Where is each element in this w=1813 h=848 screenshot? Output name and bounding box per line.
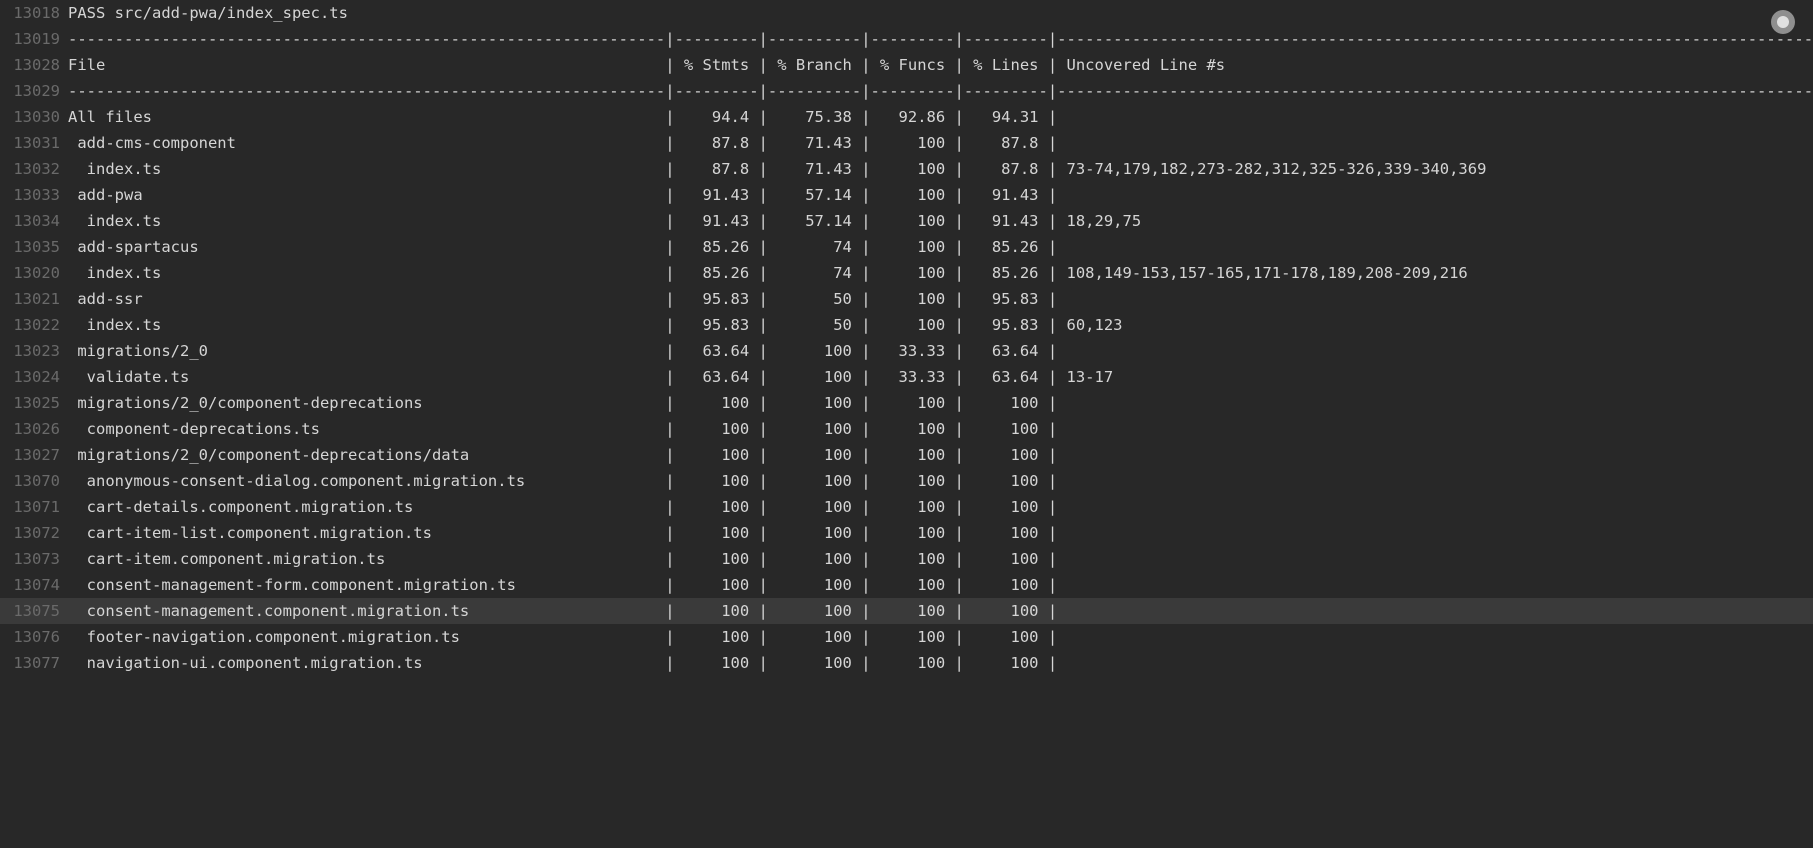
line-number: 13026 — [0, 416, 68, 442]
line-number: 13034 — [0, 208, 68, 234]
line-number: 13022 — [0, 312, 68, 338]
line-number: 13027 — [0, 442, 68, 468]
log-line: 13024 validate.ts | 63.64 | 100 | 33.33 … — [0, 364, 1813, 390]
log-text: consent-management-form.component.migrat… — [68, 572, 1813, 598]
log-text: ----------------------------------------… — [68, 78, 1813, 104]
log-text: All files | 94.4 | 75.38 | 92.86 | 94.31… — [68, 104, 1813, 130]
log-line: 13034 index.ts | 91.43 | 57.14 | 100 | 9… — [0, 208, 1813, 234]
line-number: 13071 — [0, 494, 68, 520]
log-text: cart-item-list.component.migration.ts | … — [68, 520, 1813, 546]
log-text: add-ssr | 95.83 | 50 | 100 | 95.83 | — [68, 286, 1813, 312]
line-number: 13028 — [0, 52, 68, 78]
line-number: 13019 — [0, 26, 68, 52]
log-text: add-spartacus | 85.26 | 74 | 100 | 85.26… — [68, 234, 1813, 260]
line-number: 13075 — [0, 598, 68, 624]
log-text: index.ts | 87.8 | 71.43 | 100 | 87.8 | 7… — [68, 156, 1813, 182]
line-number: 13070 — [0, 468, 68, 494]
log-line: 13027 migrations/2_0/component-deprecati… — [0, 442, 1813, 468]
line-number: 13077 — [0, 650, 68, 676]
line-number: 13074 — [0, 572, 68, 598]
log-text: migrations/2_0/component-deprecations | … — [68, 390, 1813, 416]
log-line: 13026 component-deprecations.ts | 100 | … — [0, 416, 1813, 442]
log-text: consent-management.component.migration.t… — [68, 598, 1813, 624]
line-number: 13023 — [0, 338, 68, 364]
log-text: index.ts | 85.26 | 74 | 100 | 85.26 | 10… — [68, 260, 1813, 286]
log-line: 13021 add-ssr | 95.83 | 50 | 100 | 95.83… — [0, 286, 1813, 312]
line-number: 13030 — [0, 104, 68, 130]
log-text: footer-navigation.component.migration.ts… — [68, 624, 1813, 650]
log-text: navigation-ui.component.migration.ts | 1… — [68, 650, 1813, 676]
log-line: 13023 migrations/2_0 | 63.64 | 100 | 33.… — [0, 338, 1813, 364]
scroll-follow-indicator[interactable] — [1771, 10, 1795, 34]
log-text: add-pwa | 91.43 | 57.14 | 100 | 91.43 | — [68, 182, 1813, 208]
line-number: 13024 — [0, 364, 68, 390]
log-line: 13025 migrations/2_0/component-deprecati… — [0, 390, 1813, 416]
log-text: File | % Stmts | % Branch | % Funcs | % … — [68, 52, 1813, 78]
line-number: 13020 — [0, 260, 68, 286]
line-number: 13018 — [0, 0, 68, 26]
log-line: 13033 add-pwa | 91.43 | 57.14 | 100 | 91… — [0, 182, 1813, 208]
log-text: cart-item.component.migration.ts | 100 |… — [68, 546, 1813, 572]
log-output: 13018PASS src/add-pwa/index_spec.ts13019… — [0, 0, 1813, 676]
log-line: 13031 add-cms-component | 87.8 | 71.43 |… — [0, 130, 1813, 156]
log-line: 13077 navigation-ui.component.migration.… — [0, 650, 1813, 676]
log-line: 13020 index.ts | 85.26 | 74 | 100 | 85.2… — [0, 260, 1813, 286]
log-text: component-deprecations.ts | 100 | 100 | … — [68, 416, 1813, 442]
line-number: 13032 — [0, 156, 68, 182]
log-line: 13075 consent-management.component.migra… — [0, 598, 1813, 624]
log-text: migrations/2_0 | 63.64 | 100 | 33.33 | 6… — [68, 338, 1813, 364]
line-number: 13021 — [0, 286, 68, 312]
log-text: ----------------------------------------… — [68, 26, 1813, 52]
log-text: add-cms-component | 87.8 | 71.43 | 100 |… — [68, 130, 1813, 156]
log-text: anonymous-consent-dialog.component.migra… — [68, 468, 1813, 494]
log-line: 13032 index.ts | 87.8 | 71.43 | 100 | 87… — [0, 156, 1813, 182]
log-line: 13073 cart-item.component.migration.ts |… — [0, 546, 1813, 572]
log-line: 13028File | % Stmts | % Branch | % Funcs… — [0, 52, 1813, 78]
log-text: index.ts | 91.43 | 57.14 | 100 | 91.43 |… — [68, 208, 1813, 234]
log-line: 13072 cart-item-list.component.migration… — [0, 520, 1813, 546]
log-line: 13030All files | 94.4 | 75.38 | 92.86 | … — [0, 104, 1813, 130]
log-line: 13076 footer-navigation.component.migrat… — [0, 624, 1813, 650]
line-number: 13035 — [0, 234, 68, 260]
line-number: 13029 — [0, 78, 68, 104]
log-line: 13029-----------------------------------… — [0, 78, 1813, 104]
log-line: 13022 index.ts | 95.83 | 50 | 100 | 95.8… — [0, 312, 1813, 338]
log-text: PASS src/add-pwa/index_spec.ts — [68, 0, 1813, 26]
line-number: 13033 — [0, 182, 68, 208]
log-text: index.ts | 95.83 | 50 | 100 | 95.83 | 60… — [68, 312, 1813, 338]
log-text: migrations/2_0/component-deprecations/da… — [68, 442, 1813, 468]
log-text: validate.ts | 63.64 | 100 | 33.33 | 63.6… — [68, 364, 1813, 390]
line-number: 13076 — [0, 624, 68, 650]
dot-icon — [1777, 16, 1789, 28]
line-number: 13073 — [0, 546, 68, 572]
line-number: 13072 — [0, 520, 68, 546]
line-number: 13031 — [0, 130, 68, 156]
log-line: 13035 add-spartacus | 85.26 | 74 | 100 |… — [0, 234, 1813, 260]
log-line: 13018PASS src/add-pwa/index_spec.ts — [0, 0, 1813, 26]
log-line: 13019-----------------------------------… — [0, 26, 1813, 52]
log-text: cart-details.component.migration.ts | 10… — [68, 494, 1813, 520]
log-line: 13074 consent-management-form.component.… — [0, 572, 1813, 598]
log-line: 13070 anonymous-consent-dialog.component… — [0, 468, 1813, 494]
line-number: 13025 — [0, 390, 68, 416]
log-line: 13071 cart-details.component.migration.t… — [0, 494, 1813, 520]
